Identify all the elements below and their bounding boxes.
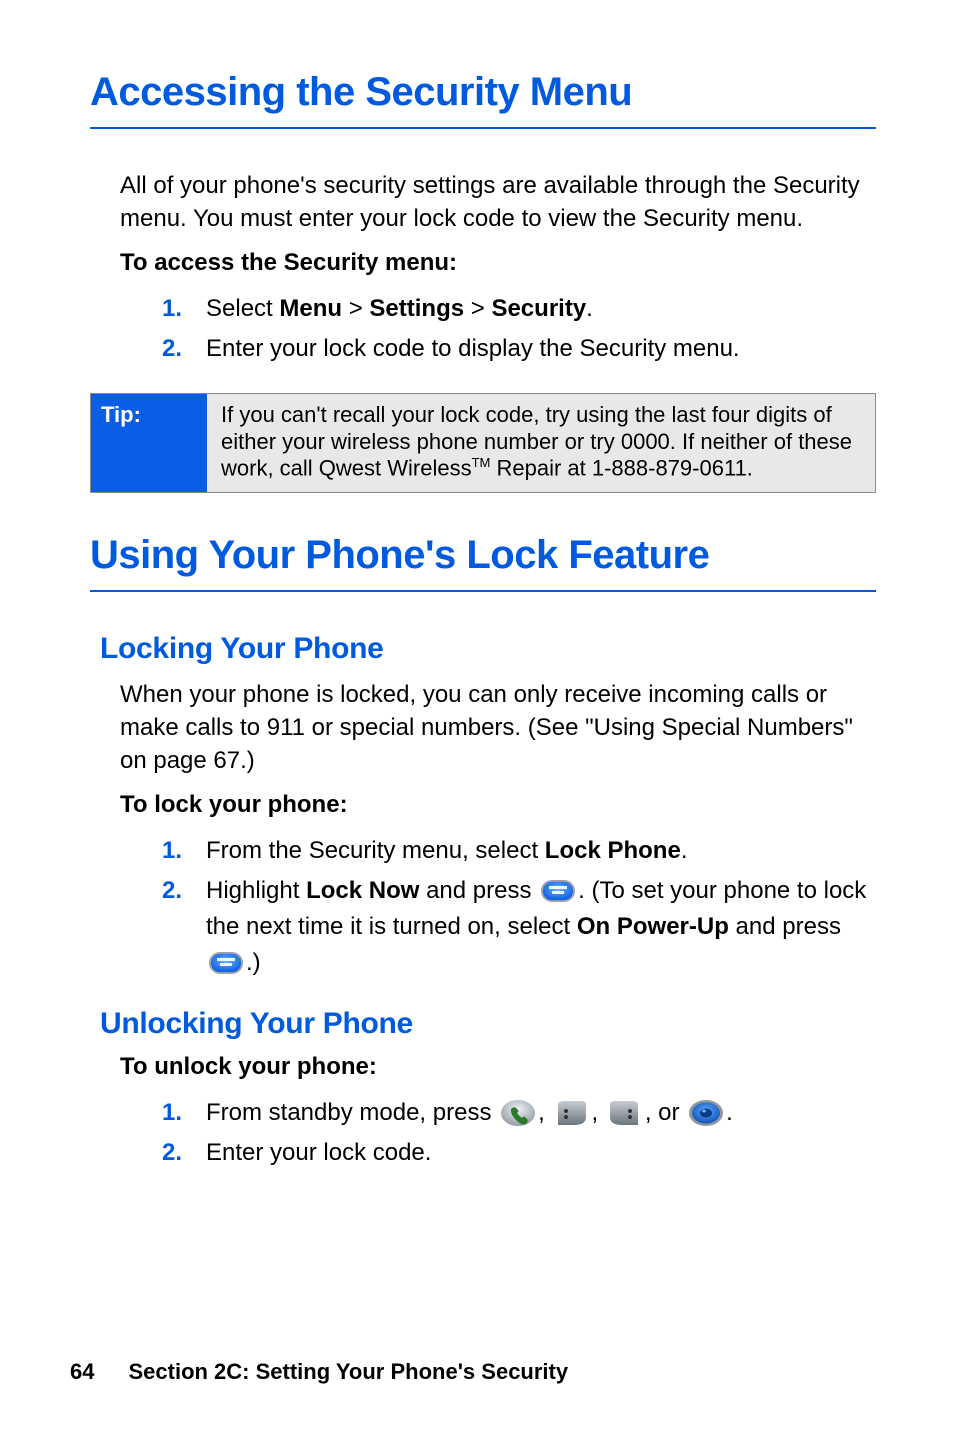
tip-body: If you can't recall your lock code, try … bbox=[207, 394, 875, 492]
separator: > bbox=[342, 295, 369, 322]
step-1: Select Menu > Settings > Security. bbox=[162, 291, 876, 327]
call-key-icon bbox=[499, 1099, 537, 1127]
lead-text: To access the Security menu: bbox=[120, 249, 876, 277]
locking-lead: To lock your phone: bbox=[120, 791, 876, 819]
text: , bbox=[591, 1099, 604, 1126]
text: and press bbox=[729, 913, 841, 940]
step-2: Highlight Lock Now and press . (To set y… bbox=[162, 873, 876, 981]
menu-label: Menu bbox=[279, 295, 342, 322]
menu-ok-key-icon bbox=[207, 949, 245, 977]
subheading-locking: Locking Your Phone bbox=[100, 632, 876, 666]
lock-now-label: Lock Now bbox=[306, 877, 419, 904]
on-power-up-label: On Power-Up bbox=[577, 913, 729, 940]
text: , or bbox=[645, 1099, 686, 1126]
right-softkey-icon bbox=[606, 1099, 644, 1127]
page-footer: 64 Section 2C: Setting Your Phone's Secur… bbox=[70, 1359, 568, 1385]
nav-key-icon bbox=[687, 1099, 725, 1127]
text: Select bbox=[206, 295, 279, 322]
text: and press bbox=[419, 877, 538, 904]
heading-rule bbox=[90, 127, 876, 129]
text: . bbox=[586, 295, 593, 322]
step-1: From the Security menu, select Lock Phon… bbox=[162, 833, 876, 869]
heading-accessing-security: Accessing the Security Menu bbox=[90, 70, 876, 115]
menu-ok-key-icon bbox=[539, 877, 577, 905]
steps-unlock-phone: From standby mode, press , , , or . Ente… bbox=[162, 1095, 876, 1171]
text: From standby mode, press bbox=[206, 1099, 498, 1126]
step-2: Enter your lock code to display the Secu… bbox=[162, 331, 876, 367]
unlocking-lead: To unlock your phone: bbox=[120, 1053, 876, 1081]
step-2: Enter your lock code. bbox=[162, 1135, 876, 1171]
left-softkey-icon bbox=[552, 1099, 590, 1127]
tip-label: Tip: bbox=[91, 394, 207, 492]
subheading-unlocking: Unlocking Your Phone bbox=[100, 1007, 876, 1041]
text: From the Security menu, select bbox=[206, 837, 545, 864]
heading-rule bbox=[90, 590, 876, 592]
tip-text-post: Repair at 1-888-879-0611. bbox=[490, 455, 753, 480]
security-label: Security bbox=[491, 295, 586, 322]
text: Highlight bbox=[206, 877, 306, 904]
text: .) bbox=[246, 949, 261, 976]
intro-paragraph: All of your phone's security settings ar… bbox=[120, 169, 876, 235]
text: , bbox=[538, 1099, 551, 1126]
trademark-symbol: TM bbox=[472, 455, 491, 470]
settings-label: Settings bbox=[369, 295, 464, 322]
step-1: From standby mode, press , , , or . bbox=[162, 1095, 876, 1131]
locking-intro: When your phone is locked, you can only … bbox=[120, 678, 876, 777]
steps-lock-phone: From the Security menu, select Lock Phon… bbox=[162, 833, 876, 981]
page-number: 64 bbox=[70, 1359, 94, 1384]
tip-box: Tip: If you can't recall your lock code,… bbox=[90, 393, 876, 493]
steps-access-security: Select Menu > Settings > Security. Enter… bbox=[162, 291, 876, 367]
text: . bbox=[681, 837, 688, 864]
heading-lock-feature: Using Your Phone's Lock Feature bbox=[90, 533, 876, 578]
text: . bbox=[726, 1099, 733, 1126]
footer-section-label: Section 2C: Setting Your Phone's Securit… bbox=[128, 1359, 568, 1384]
separator: > bbox=[464, 295, 491, 322]
lock-phone-label: Lock Phone bbox=[545, 837, 681, 864]
